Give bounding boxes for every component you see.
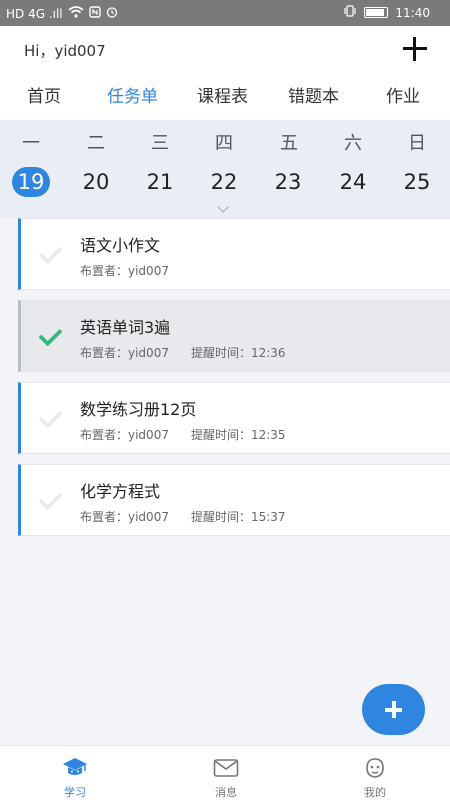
nav-mine[interactable]: 我的 — [315, 746, 435, 800]
status-bar: HD 4G .ıll 11:40 — [0, 0, 450, 26]
check-icon[interactable] — [35, 405, 65, 431]
task-meta: 布置者：yid007 提醒时间：12:35 — [80, 426, 286, 443]
task-title: 数学练习册12页 — [80, 400, 197, 419]
nav-study[interactable]: 学习 — [15, 746, 135, 800]
date-20[interactable]: 20 — [74, 167, 118, 197]
mail-icon — [213, 756, 239, 780]
date-25[interactable]: 25 — [395, 167, 439, 197]
date-22[interactable]: 22 — [202, 167, 246, 197]
tab-mistakes[interactable]: 错题本 — [288, 82, 339, 107]
tab-homework[interactable]: 作业 — [386, 82, 420, 107]
task-assigner: 布置者：yid007 — [80, 510, 169, 524]
add-button[interactable] — [402, 36, 428, 62]
task-remind-time: 提醒时间：12:35 — [190, 428, 286, 442]
task-item[interactable]: 数学练习册12页 布置者：yid007 提醒时间：12:35 — [18, 382, 450, 454]
status-time: 11:40 — [395, 5, 430, 20]
date-24[interactable]: 24 — [331, 167, 375, 197]
task-remind-time: 提醒时间：15:37 — [190, 510, 286, 524]
app-header: Hi，yid007 首页 任务单 课程表 错题本 作业 — [0, 26, 450, 120]
wifi-icon — [68, 6, 84, 21]
signal-icon: HD 4G .ıll — [6, 6, 63, 21]
check-icon[interactable] — [35, 323, 65, 349]
bottom-nav: 学习 消息 我的 — [0, 745, 450, 800]
top-tabs: 首页 任务单 课程表 错题本 作业 — [0, 78, 450, 114]
weekday-label: 二 — [87, 133, 105, 154]
nfc-icon — [88, 6, 101, 21]
tab-schedule[interactable]: 课程表 — [197, 82, 248, 107]
task-remind-time: 提醒时间：12:36 — [190, 346, 286, 360]
weekday-label: 日 — [408, 133, 426, 154]
task-meta: 布置者：yid007 提醒时间：12:36 — [80, 344, 286, 361]
battery-icon — [364, 7, 389, 18]
alarm-icon — [106, 6, 118, 21]
task-item[interactable]: 语文小作文 布置者：yid007 — [18, 218, 450, 290]
weekday-label: 一 — [22, 133, 40, 154]
task-title: 语文小作文 — [80, 236, 161, 255]
weekday-label: 六 — [344, 133, 362, 154]
date-23[interactable]: 23 — [266, 167, 310, 197]
date-19-selected[interactable]: 19 — [12, 167, 50, 197]
task-assigner: 布置者：yid007 — [80, 428, 169, 442]
task-assigner: 布置者：yid007 — [80, 346, 169, 360]
nav-label: 我的 — [364, 786, 386, 799]
nav-messages[interactable]: 消息 — [166, 746, 286, 800]
robot-face-icon — [362, 756, 388, 780]
task-title: 化学方程式 — [80, 482, 161, 501]
tab-home[interactable]: 首页 — [27, 82, 61, 107]
graduation-cap-icon — [62, 756, 88, 780]
vibrate-icon — [343, 5, 357, 20]
floating-add-button[interactable] — [362, 684, 425, 735]
weekday-label: 四 — [215, 133, 233, 154]
greeting-text: Hi，yid007 — [24, 42, 106, 60]
week-calendar: 一 二 三 四 五 六 日 19 20 21 22 23 24 25 — [0, 120, 450, 218]
task-item-completed[interactable]: 英语单词3遍 布置者：yid007 提醒时间：12:36 — [18, 300, 450, 372]
task-meta: 布置者：yid007 — [80, 262, 169, 279]
task-item[interactable]: 化学方程式 布置者：yid007 提醒时间：15:37 — [18, 464, 450, 536]
weekday-label: 五 — [280, 133, 298, 154]
check-icon[interactable] — [35, 241, 65, 267]
status-left: HD 4G .ıll — [6, 6, 118, 21]
task-assigner: 布置者：yid007 — [80, 264, 169, 278]
weekday-label: 三 — [151, 133, 169, 154]
check-icon[interactable] — [35, 487, 65, 513]
nav-label: 消息 — [215, 786, 237, 799]
nav-label: 学习 — [64, 786, 86, 799]
task-meta: 布置者：yid007 提醒时间：15:37 — [80, 508, 286, 525]
tab-task-list[interactable]: 任务单 — [107, 82, 158, 107]
status-right: 11:40 — [343, 5, 430, 20]
task-title: 英语单词3遍 — [80, 318, 171, 337]
chevron-down-icon[interactable] — [217, 201, 229, 213]
date-21[interactable]: 21 — [138, 167, 182, 197]
